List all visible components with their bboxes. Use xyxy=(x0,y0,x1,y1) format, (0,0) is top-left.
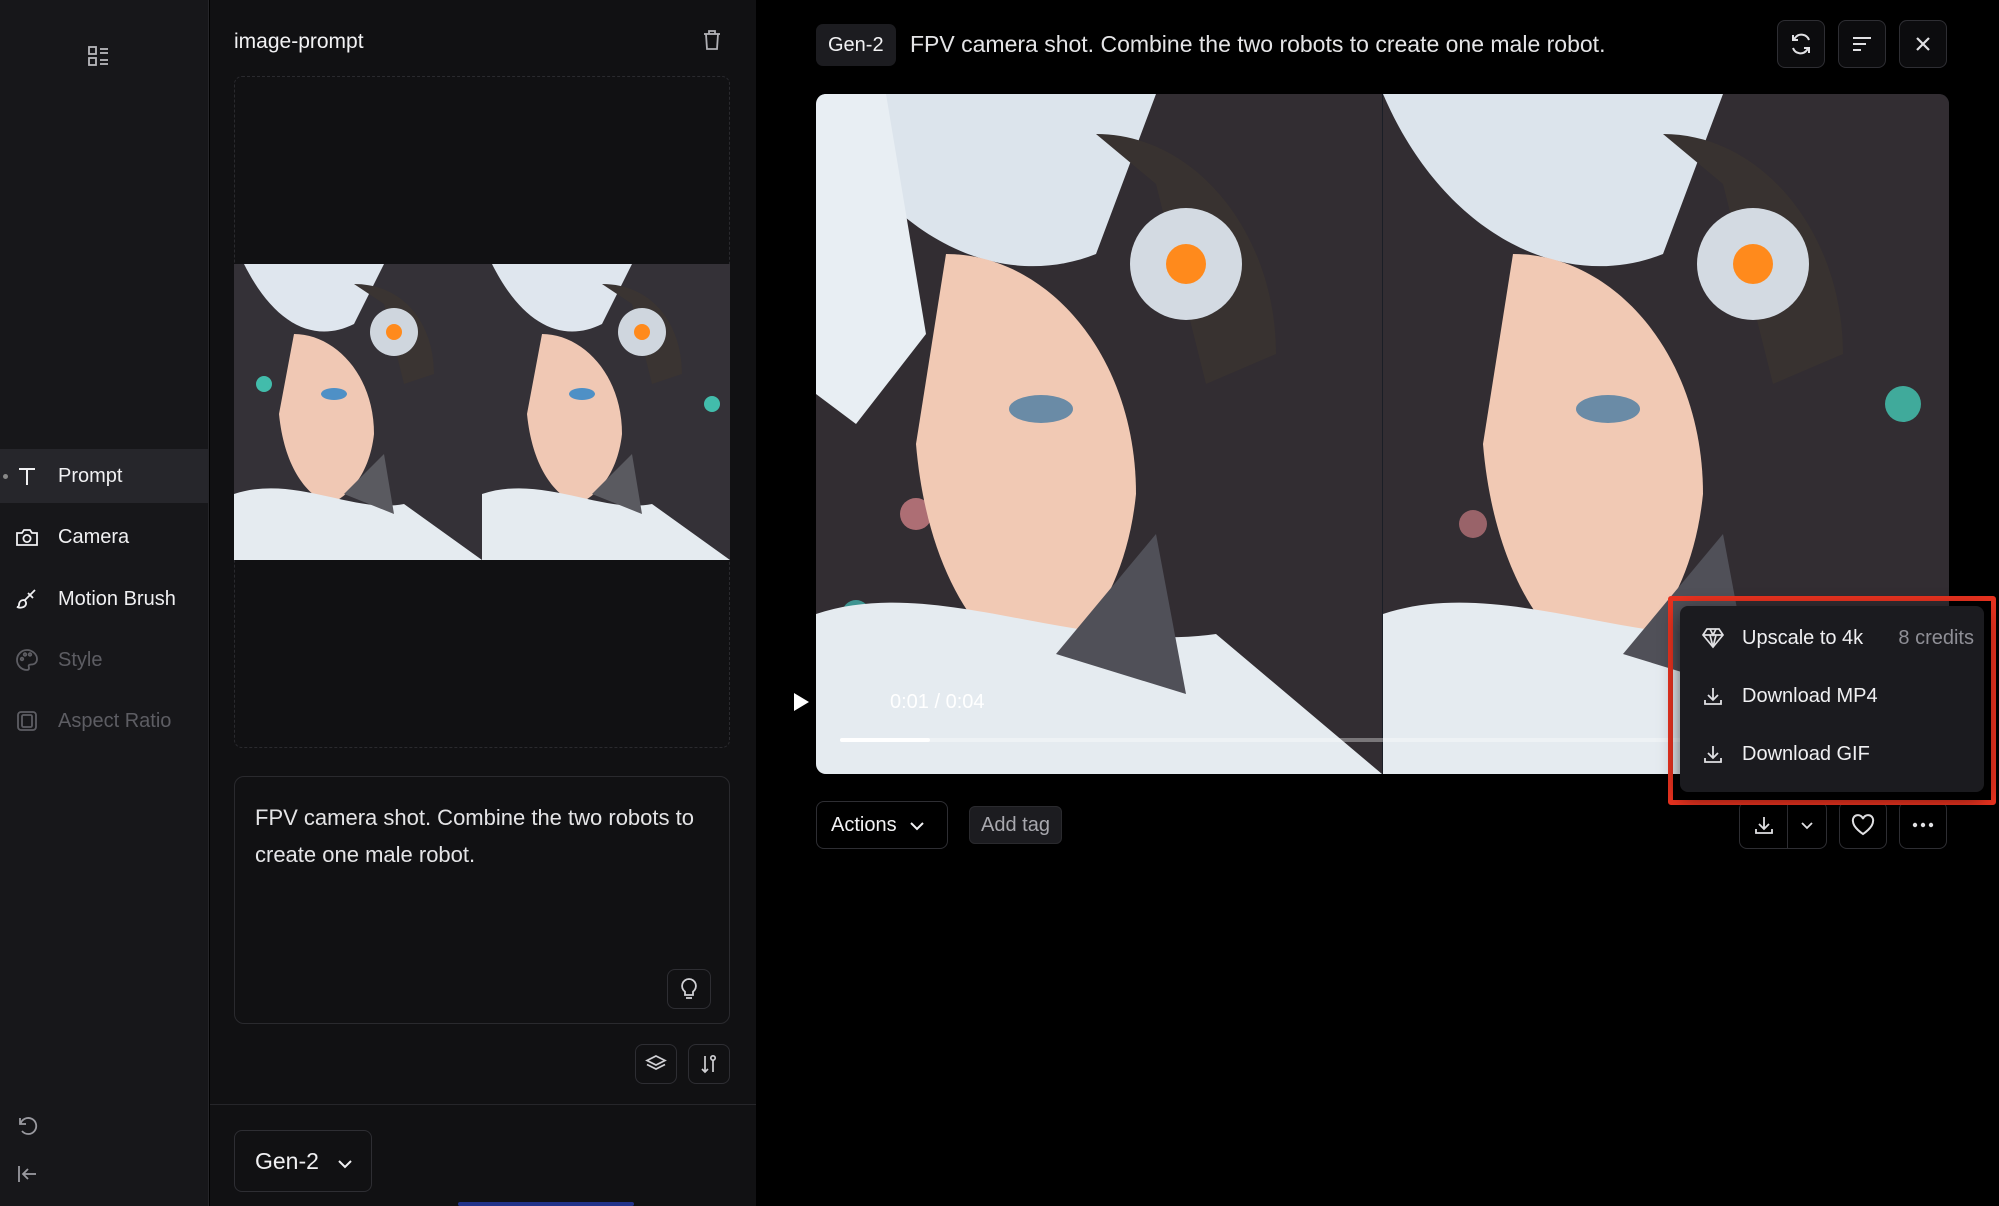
generation-title: FPV camera shot. Combine the two robots … xyxy=(910,31,1606,57)
camera-icon xyxy=(14,524,40,550)
menu-item-upscale[interactable]: Upscale to 4k 8 credits xyxy=(1680,610,1984,666)
menu-item-label: Upscale to 4k xyxy=(1742,626,1864,649)
undo-icon[interactable] xyxy=(14,1112,40,1138)
chevron-down-icon[interactable] xyxy=(1788,802,1826,848)
chevron-down-icon xyxy=(337,1148,353,1175)
video-timecode: 0:01 / 0:04 xyxy=(890,691,985,713)
menu-item-label: Download GIF xyxy=(1742,742,1870,765)
model-select-value: Gen-2 xyxy=(255,1147,319,1174)
menu-item-label: Download MP4 xyxy=(1742,684,1878,707)
panel-title: image-prompt xyxy=(234,30,364,53)
download-icon xyxy=(1700,741,1726,767)
sort-settings-icon[interactable] xyxy=(688,1044,730,1084)
add-tag-button[interactable]: Add tag xyxy=(969,806,1062,844)
robot-image xyxy=(234,264,482,560)
video-progress-bar[interactable] xyxy=(840,738,1740,742)
text-icon xyxy=(14,463,40,489)
sidebar-item-aspect-ratio[interactable]: Aspect Ratio xyxy=(0,694,209,748)
video-progress-fill xyxy=(840,738,930,742)
uploaded-image-thumbnail[interactable] xyxy=(234,264,730,560)
model-badge: Gen-2 xyxy=(816,24,896,66)
lightbulb-icon[interactable] xyxy=(667,969,711,1009)
refresh-icon[interactable] xyxy=(1777,20,1825,68)
download-split-button[interactable] xyxy=(1739,801,1827,849)
palette-icon xyxy=(14,647,40,673)
sidebar-item-style[interactable]: Style xyxy=(0,633,209,687)
credits-label: 8 credits xyxy=(1898,626,1974,649)
actions-dropdown[interactable]: Actions xyxy=(816,801,948,849)
collapse-sidebar-icon[interactable] xyxy=(14,1161,40,1187)
sidebar-item-camera[interactable]: Camera xyxy=(0,510,209,564)
sidebar-item-prompt[interactable]: Prompt xyxy=(0,449,209,503)
play-icon[interactable] xyxy=(792,692,810,717)
scroll-indicator xyxy=(458,1202,634,1206)
prompt-textarea[interactable]: FPV camera shot. Combine the two robots … xyxy=(234,776,730,1024)
diamond-icon xyxy=(1700,625,1726,651)
grid-menu-icon[interactable] xyxy=(84,42,112,70)
close-icon[interactable] xyxy=(1899,20,1947,68)
actions-label: Actions xyxy=(831,813,897,836)
brush-icon xyxy=(14,586,40,612)
sidebar-item-label: Aspect Ratio xyxy=(58,709,172,732)
details-icon[interactable] xyxy=(1838,20,1886,68)
sidebar-item-motion-brush[interactable]: Motion Brush xyxy=(0,572,209,626)
sidebar-item-label: Prompt xyxy=(58,464,123,487)
menu-item-download-mp4[interactable]: Download MP4 xyxy=(1680,668,1984,724)
layers-icon[interactable] xyxy=(635,1044,677,1084)
download-menu: Upscale to 4k 8 credits Download MP4 Dow… xyxy=(1680,606,1984,792)
model-select[interactable]: Gen-2 xyxy=(234,1130,372,1192)
trash-icon[interactable] xyxy=(699,27,725,53)
download-icon xyxy=(1700,683,1726,709)
left-sidebar: Prompt Camera Motion Brush Style Aspect … xyxy=(0,0,209,1206)
active-indicator xyxy=(3,474,8,479)
heart-icon[interactable] xyxy=(1839,801,1887,849)
chevron-down-icon xyxy=(909,814,925,837)
prompt-text: FPV camera shot. Combine the two robots … xyxy=(255,805,694,867)
sidebar-item-label: Motion Brush xyxy=(58,587,176,610)
download-icon[interactable] xyxy=(1740,802,1788,848)
menu-item-download-gif[interactable]: Download GIF xyxy=(1680,726,1984,782)
divider xyxy=(210,1104,756,1105)
robot-image xyxy=(482,264,730,560)
aspect-ratio-icon xyxy=(14,708,40,734)
sidebar-item-label: Style xyxy=(58,648,103,671)
more-icon[interactable] xyxy=(1899,801,1947,849)
sidebar-item-label: Camera xyxy=(58,525,130,548)
prompt-panel: image-prompt FPV camera shot. Combine th… xyxy=(210,0,756,1206)
video-frame-left xyxy=(816,94,1383,774)
